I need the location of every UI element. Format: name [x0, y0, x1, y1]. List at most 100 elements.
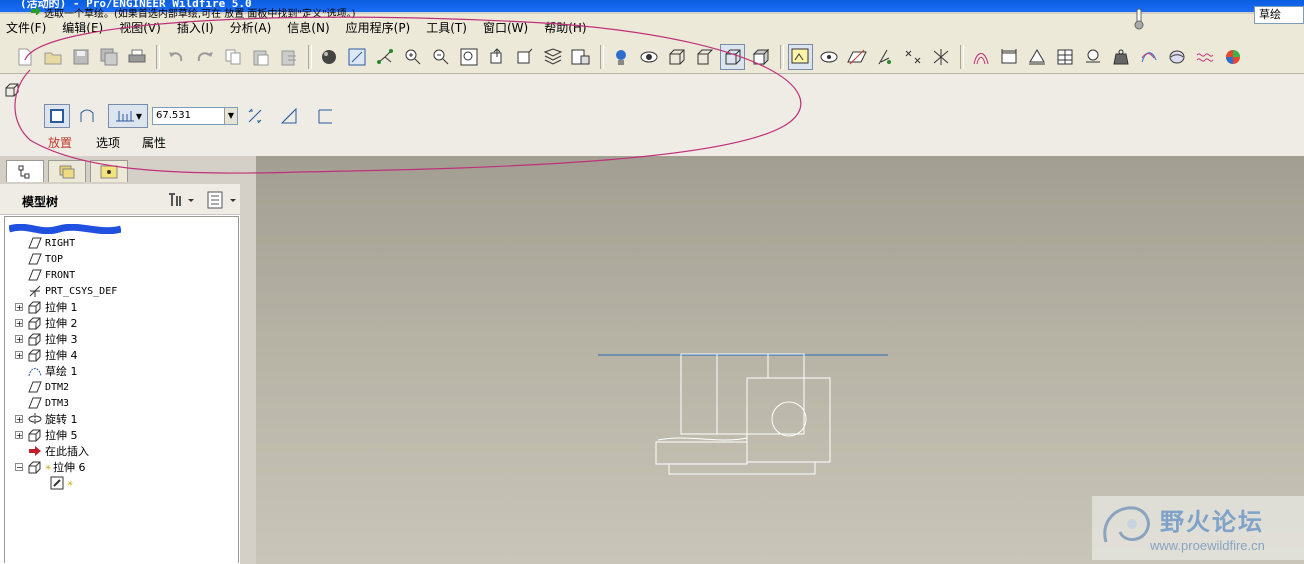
filter-select[interactable]: 草绘 — [1254, 6, 1304, 24]
redo-button[interactable] — [192, 44, 217, 70]
coord-button[interactable] — [928, 44, 953, 70]
analysis-button-10[interactable] — [1220, 44, 1245, 70]
menu-help[interactable]: 帮助(H) — [538, 19, 596, 36]
undo-button[interactable] — [164, 44, 189, 70]
settings-icon[interactable] — [166, 191, 196, 209]
show-icon[interactable] — [206, 191, 238, 209]
tree-item-extrude-3[interactable]: 拉伸 3 — [27, 331, 78, 347]
tab-folder-browser[interactable] — [48, 160, 86, 182]
tab-options[interactable]: 选项 — [96, 134, 120, 151]
expand-toggle[interactable]: + — [15, 335, 23, 344]
view-manager-button[interactable] — [568, 44, 593, 70]
new-button[interactable] — [12, 44, 37, 70]
appearance-button[interactable] — [608, 44, 633, 70]
open-button[interactable] — [40, 44, 65, 70]
menu-file[interactable]: 文件(F) — [0, 19, 56, 36]
appearance-icon — [615, 49, 626, 65]
tab-model-tree[interactable] — [6, 160, 44, 182]
wireframe-button[interactable] — [664, 44, 689, 70]
tree-item-top[interactable]: TOP — [27, 251, 63, 267]
datum-point-button[interactable] — [844, 44, 869, 70]
copy-icon — [225, 49, 240, 64]
analysis-button-6[interactable] — [1108, 44, 1133, 70]
menu-analysis[interactable]: 分析(A) — [224, 19, 282, 36]
tab-placement[interactable]: 放置 — [48, 134, 72, 151]
tree-item-insert-here[interactable]: 在此插入 — [27, 443, 89, 459]
expand-toggle[interactable]: + — [15, 431, 23, 440]
solid-button[interactable] — [44, 104, 70, 128]
save-button[interactable] — [68, 44, 93, 70]
tab-properties[interactable]: 属性 — [142, 134, 166, 151]
menu-info[interactable]: 信息(N) — [281, 19, 339, 36]
tree-item-csys[interactable]: PRT_CSYS_DEF — [27, 283, 117, 299]
tree-item-extrude-1[interactable]: 拉伸 1 — [27, 299, 78, 315]
expand-toggle[interactable]: + — [15, 303, 23, 312]
analysis-button-5[interactable] — [1080, 44, 1105, 70]
zoom-out-button[interactable] — [428, 44, 453, 70]
datum-plane-icon — [791, 48, 808, 63]
surface-button[interactable] — [74, 104, 100, 128]
depth-option-button[interactable]: ▼ — [108, 104, 148, 128]
datum-axis-button[interactable] — [816, 44, 841, 70]
analysis-button-1[interactable] — [968, 44, 993, 70]
shading-button[interactable] — [316, 44, 341, 70]
navigator-tabs — [0, 156, 256, 184]
zoom-in-button[interactable] — [400, 44, 425, 70]
analysis-button-2[interactable] — [996, 44, 1021, 70]
spin-center-button[interactable] — [372, 44, 397, 70]
remove-material-button[interactable] — [276, 104, 302, 128]
tree-item-sketch-1[interactable]: 草绘 1 — [27, 363, 78, 379]
paste-button[interactable] — [248, 44, 273, 70]
menu-view[interactable]: 视图(V) — [113, 19, 171, 36]
panel-splitter[interactable] — [240, 184, 256, 564]
menu-window[interactable]: 窗口(W) — [477, 19, 538, 36]
no-hidden-button[interactable] — [720, 43, 745, 70]
menu-insert[interactable]: 插入(I) — [171, 19, 224, 36]
saved-views-button[interactable] — [512, 44, 537, 70]
analysis-button-4[interactable] — [1052, 44, 1077, 70]
menu-applications[interactable]: 应用程序(P) — [340, 19, 421, 36]
analysis-button-9[interactable] — [1192, 44, 1217, 70]
depth-value-input[interactable]: 67.531 ▼ — [152, 107, 238, 125]
section-icon — [1085, 49, 1100, 62]
extrude-icon — [27, 348, 43, 362]
tab-favorites[interactable] — [90, 160, 128, 182]
tree-item-dtm2[interactable]: DTM2 — [27, 379, 69, 395]
chevron-down-icon[interactable]: ▼ — [224, 108, 237, 124]
reorient-button[interactable] — [484, 44, 509, 70]
tree-item-revolve-1[interactable]: 旋转 1 — [27, 411, 78, 427]
flip-direction-button[interactable] — [242, 104, 268, 128]
tree-item-front[interactable]: FRONT — [27, 267, 75, 283]
print-button[interactable] — [124, 44, 149, 70]
tree-item-extrude-4[interactable]: 拉伸 4 — [27, 347, 78, 363]
analysis-button-7[interactable] — [1136, 44, 1161, 70]
tree-item-extrude-6[interactable]: ✳ 拉伸 6 — [27, 459, 86, 475]
refit-button[interactable] — [456, 44, 481, 70]
tree-item-extrude-5[interactable]: 拉伸 5 — [27, 427, 78, 443]
copy-button[interactable] — [220, 44, 245, 70]
tree-item-extrude-2[interactable]: 拉伸 2 — [27, 315, 78, 331]
expand-toggle[interactable]: + — [15, 351, 23, 360]
collapse-toggle[interactable]: − — [15, 463, 23, 472]
tree-item-right[interactable]: RIGHT — [27, 235, 75, 251]
save-copy-button[interactable] — [96, 44, 121, 70]
thicken-button[interactable] — [312, 104, 338, 128]
point-button[interactable] — [900, 44, 925, 70]
eye-button[interactable] — [636, 44, 661, 70]
tree-item-dtm3[interactable]: DTM3 — [27, 395, 69, 411]
menu-edit[interactable]: 编辑(E) — [56, 19, 113, 36]
hidden-line-button[interactable] — [692, 44, 717, 70]
datum-plane-button[interactable] — [788, 43, 813, 70]
layers-button[interactable] — [540, 44, 565, 70]
tree-item-internal-sketch[interactable]: ✳ — [49, 475, 73, 491]
shaded-button[interactable] — [748, 44, 773, 70]
analysis-button-3[interactable] — [1024, 44, 1049, 70]
chevron-down-icon: ▼ — [135, 111, 143, 121]
menu-tools[interactable]: 工具(T) — [420, 19, 477, 36]
regenerate-button[interactable] — [344, 44, 369, 70]
csys-button[interactable] — [872, 44, 897, 70]
paste-special-button[interactable] — [276, 44, 301, 70]
expand-toggle[interactable]: + — [15, 319, 23, 328]
expand-toggle[interactable]: + — [15, 415, 23, 424]
analysis-button-8[interactable] — [1164, 44, 1189, 70]
